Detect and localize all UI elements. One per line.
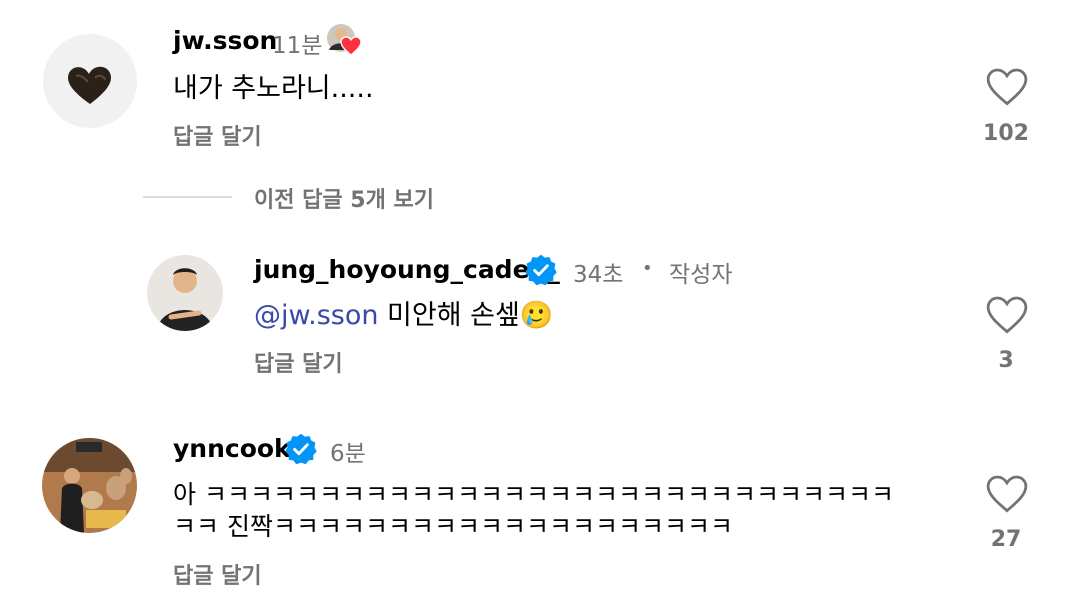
verified-badge-icon [284,432,318,466]
like-count: 102 [983,121,1029,146]
comment-timestamp: 34초 [573,262,624,288]
divider-line [143,196,232,198]
comment-text-line-2: ㅋㅋ 진짝ㅋㅋㅋㅋㅋㅋㅋㅋㅋㅋㅋㅋㅋㅋㅋㅋㅋㅋㅋㅋ [173,512,733,541]
comment-timestamp: 6분 [330,441,366,467]
avatar[interactable] [42,438,137,533]
like-heart-icon[interactable] [986,474,1028,514]
avatar[interactable] [43,34,137,128]
mention-link[interactable]: @jw.sson [254,300,378,331]
comment-text: @jw.sson 미안해 손셒🥲 [254,297,553,335]
reply-button[interactable]: 답글 달기 [173,119,262,151]
comment-body: 미안해 손셒🥲 [378,300,554,331]
reply-button[interactable]: 답글 달기 [173,558,262,590]
like-heart-icon[interactable] [986,295,1028,335]
avatar[interactable] [147,255,223,331]
truffle-heart-avatar-icon [43,34,137,128]
creator-liked-indicator [324,22,362,58]
like-heart-icon[interactable] [986,67,1028,107]
comment-username[interactable]: jung_hoyoung_caden_ [254,255,560,284]
view-previous-replies-button[interactable]: 이전 답글 5개 보기 [254,182,434,214]
comment-timestamp: 11분 [272,33,323,59]
verified-badge-icon [524,253,558,287]
comment-username[interactable]: jw.sson [173,26,277,55]
like-count: 3 [998,348,1014,373]
comment-username[interactable]: ynncook [173,434,291,463]
separator-dot: • [642,258,653,279]
chef-avatar-icon [147,255,223,331]
dogs-avatar-icon [42,438,137,533]
reply-button[interactable]: 답글 달기 [254,346,343,378]
like-count: 27 [990,527,1022,552]
comment-text: 내가 추노라니..... [173,73,374,104]
liked-heart-icon [340,36,362,56]
author-tag: 작성자 [669,262,733,288]
